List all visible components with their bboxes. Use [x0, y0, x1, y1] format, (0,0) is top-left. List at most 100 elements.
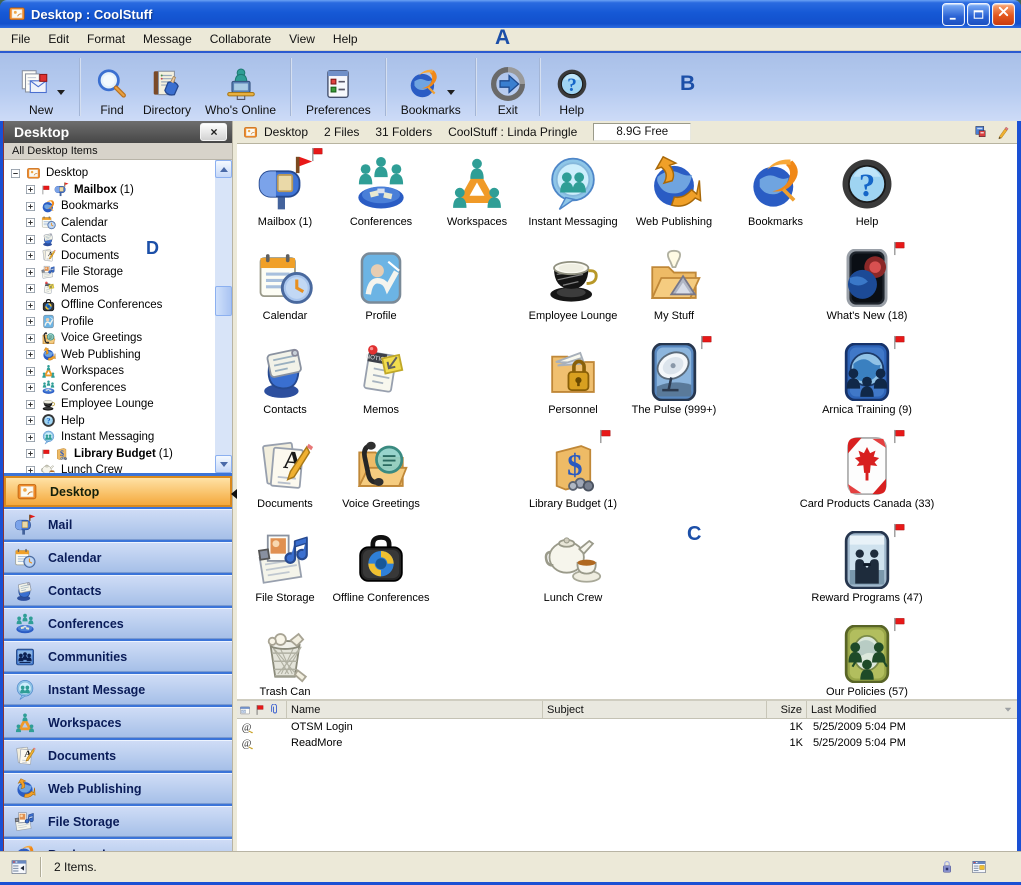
- desktop-item-reward-programs-47[interactable]: Reward Programs (47): [824, 526, 910, 620]
- menu-item-format[interactable]: Format: [78, 29, 134, 49]
- sidebar-item-communities[interactable]: Communities: [4, 641, 232, 672]
- sidebar-item-calendar[interactable]: Calendar: [4, 542, 232, 573]
- menu-item-collaborate[interactable]: Collaborate: [201, 29, 280, 49]
- sidebar-item-contacts[interactable]: Contacts: [4, 575, 232, 606]
- column-header-name[interactable]: Name: [287, 701, 543, 718]
- scroll-down-button[interactable]: [215, 455, 232, 473]
- toolbar-preferences-button[interactable]: Preferences: [299, 56, 378, 118]
- desktop-item-web-publishing[interactable]: Web Publishing: [621, 150, 727, 244]
- tree-item-help[interactable]: ?Help: [4, 413, 232, 430]
- toolbar-directory-button[interactable]: Directory: [136, 56, 198, 118]
- layout-icon[interactable]: [973, 125, 988, 140]
- desktop-item-employee-lounge[interactable]: Employee Lounge: [525, 244, 621, 338]
- collapse-minus-icon[interactable]: [11, 169, 20, 178]
- sidebar-item-file-storage[interactable]: File Storage: [4, 806, 232, 837]
- panel-toggle-button[interactable]: [10, 858, 28, 876]
- tree-item-documents[interactable]: ADocuments: [4, 248, 232, 265]
- sidebar-item-mail[interactable]: Mail: [4, 509, 232, 540]
- edit-pencil-icon[interactable]: [996, 125, 1011, 140]
- menu-item-message[interactable]: Message: [134, 29, 201, 49]
- lock-icon[interactable]: [939, 859, 955, 875]
- desktop-item-help[interactable]: ?Help: [824, 150, 910, 244]
- desktop-item-offline-conferences[interactable]: Offline Conferences: [333, 526, 429, 620]
- tree-item-profile[interactable]: Profile: [4, 314, 232, 331]
- tree-item-file-storage[interactable]: File Storage: [4, 264, 232, 281]
- scroll-thumb[interactable]: [215, 286, 232, 316]
- desktop-item-card-products-canada-33[interactable]: Card Products Canada (33): [824, 432, 910, 526]
- expand-plus-icon[interactable]: [26, 416, 35, 425]
- sidebar-item-desktop[interactable]: Desktop: [4, 476, 232, 507]
- expand-plus-icon[interactable]: [26, 350, 35, 359]
- menu-item-edit[interactable]: Edit: [39, 29, 78, 49]
- desktop-item-lunch-crew[interactable]: Lunch Crew: [525, 526, 621, 620]
- desktop-item-bookmarks[interactable]: Bookmarks: [727, 150, 824, 244]
- expand-plus-icon[interactable]: [26, 449, 35, 458]
- tree-item-workspaces[interactable]: Workspaces: [4, 363, 232, 380]
- tree-item-mailbox[interactable]: Mailbox(1): [4, 182, 232, 199]
- window-layout-icon[interactable]: [971, 859, 987, 875]
- close-button[interactable]: [992, 3, 1015, 26]
- sidebar-item-instant-message[interactable]: Instant Message: [4, 674, 232, 705]
- sidebar-item-bookmarks[interactable]: Bookmarks: [4, 839, 232, 851]
- toolbar-who-s-online-button[interactable]: Who's Online: [198, 56, 283, 118]
- tree-item-conferences[interactable]: Conferences: [4, 380, 232, 397]
- dropdown-arrow-icon[interactable]: [447, 90, 455, 95]
- tree-item-web-publishing[interactable]: Web Publishing: [4, 347, 232, 364]
- desktop-item-my-stuff[interactable]: My Stuff: [621, 244, 727, 338]
- tree-item-contacts[interactable]: Contacts: [4, 231, 232, 248]
- list-header-icons[interactable]: [237, 701, 287, 718]
- toolbar-exit-button[interactable]: Exit: [484, 56, 532, 118]
- desktop-item-calendar[interactable]: Calendar: [237, 244, 333, 338]
- dropdown-arrow-icon[interactable]: [57, 90, 65, 95]
- desktop-item-library-budget-1[interactable]: $Library Budget (1): [525, 432, 621, 526]
- tree-item-desktop[interactable]: Desktop: [4, 165, 232, 182]
- desktop-item-contacts[interactable]: Contacts: [237, 338, 333, 432]
- desktop-item-the-pulse-999[interactable]: The Pulse (999+): [621, 338, 727, 432]
- tree-close-button[interactable]: [200, 123, 227, 141]
- desktop-item-personnel[interactable]: Personnel: [525, 338, 621, 432]
- scroll-up-button[interactable]: [215, 160, 232, 178]
- scroll-track[interactable]: [215, 178, 232, 455]
- tree-item-memos[interactable]: NOTICEMemos: [4, 281, 232, 298]
- tree-item-bookmarks[interactable]: Bookmarks: [4, 198, 232, 215]
- menu-item-help[interactable]: Help: [324, 29, 367, 49]
- sidebar-item-web-publishing[interactable]: Web Publishing: [4, 773, 232, 804]
- tree-item-voice-greetings[interactable]: Voice Greetings: [4, 330, 232, 347]
- desktop-item-trash-can[interactable]: Trash Can: [237, 620, 333, 699]
- tree-item-offline-conferences[interactable]: Offline Conferences: [4, 297, 232, 314]
- tree-scrollbar[interactable]: [215, 160, 232, 473]
- desktop-item-our-policies-57[interactable]: Our Policies (57): [824, 620, 910, 699]
- column-header-last-modified[interactable]: Last Modified: [807, 701, 999, 718]
- desktop-item-workspaces[interactable]: Workspaces: [429, 150, 525, 244]
- expand-plus-icon[interactable]: [26, 284, 35, 293]
- desktop-item-memos[interactable]: NOTICEMemos: [333, 338, 429, 432]
- tree-item-instant-messaging[interactable]: Instant Messaging: [4, 429, 232, 446]
- expand-plus-icon[interactable]: [26, 235, 35, 244]
- toolbar-bookmarks-button[interactable]: Bookmarks: [394, 56, 468, 118]
- expand-plus-icon[interactable]: [26, 433, 35, 442]
- desktop-item-voice-greetings[interactable]: Voice Greetings: [333, 432, 429, 526]
- expand-plus-icon[interactable]: [26, 251, 35, 260]
- desktop-item-instant-messaging[interactable]: Instant Messaging: [525, 150, 621, 244]
- column-header-subject[interactable]: Subject: [543, 701, 767, 718]
- list-row-otsm-login[interactable]: @OTSM Login1K5/25/2009 5:04 PM: [237, 719, 1017, 735]
- menu-item-view[interactable]: View: [280, 29, 324, 49]
- desktop-item-what-s-new-18[interactable]: What's New (18): [824, 244, 910, 338]
- maximize-button[interactable]: [967, 3, 990, 26]
- desktop-item-file-storage[interactable]: File Storage: [237, 526, 333, 620]
- desktop-item-conferences[interactable]: Conferences: [333, 150, 429, 244]
- expand-plus-icon[interactable]: [26, 301, 35, 310]
- expand-plus-icon[interactable]: [26, 367, 35, 376]
- desktop-item-mailbox-1[interactable]: Mailbox (1): [237, 150, 333, 244]
- list-row-readmore[interactable]: @ReadMore1K5/25/2009 5:04 PM: [237, 735, 1017, 751]
- expand-plus-icon[interactable]: [26, 400, 35, 409]
- toolbar-find-button[interactable]: Find: [88, 56, 136, 118]
- tree-item-library-budget[interactable]: $Library Budget(1): [4, 446, 232, 463]
- menu-item-file[interactable]: File: [2, 29, 39, 49]
- expand-plus-icon[interactable]: [26, 317, 35, 326]
- expand-plus-icon[interactable]: [26, 218, 35, 227]
- column-header-size[interactable]: Size: [767, 701, 807, 718]
- expand-plus-icon[interactable]: [26, 185, 35, 194]
- sidebar-item-documents[interactable]: ADocuments: [4, 740, 232, 771]
- toolbar-new-button[interactable]: New: [10, 56, 72, 118]
